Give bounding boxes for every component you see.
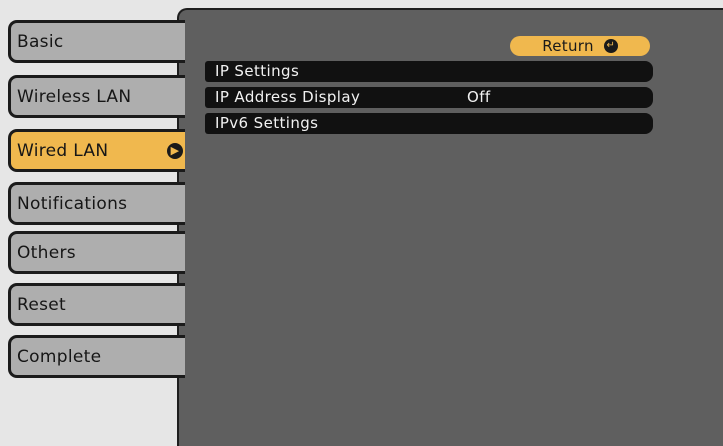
return-arrow-icon: ↵ [603, 39, 618, 53]
tab-label: Wireless LAN [17, 86, 132, 107]
menu-item-ipv6-settings[interactable]: IPv6 Settings [205, 113, 653, 134]
tab-notifications[interactable]: Notifications [8, 182, 185, 225]
tab-reset[interactable]: Reset [8, 283, 185, 326]
tab-basic[interactable]: Basic [8, 20, 185, 63]
menu-item-value: Off [467, 88, 491, 106]
tab-label: Notifications [17, 193, 128, 214]
tab-label: Others [17, 242, 76, 263]
return-button[interactable]: Return ↵ [510, 36, 650, 56]
tab-complete[interactable]: Complete [8, 335, 185, 378]
menu-item-ip-settings[interactable]: IP Settings [205, 61, 653, 82]
tab-wired-lan[interactable]: Wired LAN ▶ [8, 129, 185, 172]
tab-label: Wired LAN [17, 140, 109, 161]
menu-item-label: IP Settings [215, 62, 300, 80]
menu-item-ip-address-display[interactable]: IP Address Display Off [205, 87, 653, 108]
menu-item-label: IP Address Display [215, 88, 361, 106]
tab-label: Reset [17, 294, 66, 315]
menu-item-label: IPv6 Settings [215, 114, 319, 132]
tab-wireless-lan[interactable]: Wireless LAN [8, 75, 185, 118]
arrow-right-icon: ▶ [167, 143, 183, 159]
return-label: Return [542, 37, 594, 55]
tab-label: Basic [17, 31, 64, 52]
tab-others[interactable]: Others [8, 231, 185, 274]
tab-label: Complete [17, 346, 102, 367]
